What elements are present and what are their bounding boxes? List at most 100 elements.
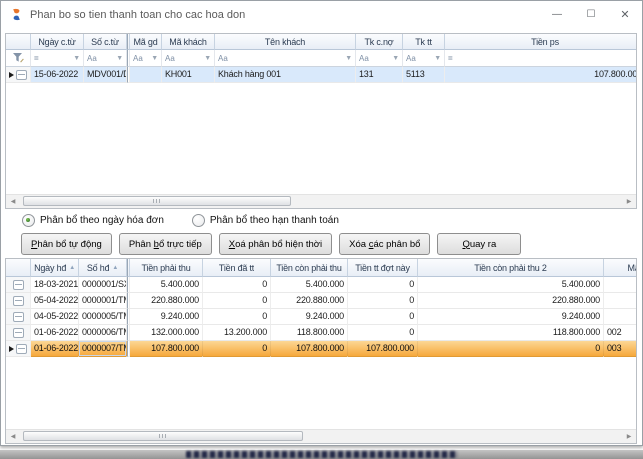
column-header-tien_da_tt[interactable]: Tiền đã tt [203, 259, 271, 277]
filter-cell-ten_khach[interactable]: Aa ▼ [215, 50, 356, 67]
delete-all-allocations-button[interactable]: Xóa các phân bổ [339, 233, 430, 255]
scroll-right-icon[interactable]: ▶ [622, 198, 636, 205]
cell-tien_tt_dot_nay[interactable]: 0 [348, 309, 418, 325]
scrollbar-thumb[interactable] [23, 196, 291, 206]
column-header-ten_khach[interactable]: Tên khách [215, 34, 356, 50]
cell-tien_con_phai_thu_2[interactable]: 5.400.000 [418, 277, 604, 293]
cell-so_hd[interactable]: 0000001/SX [79, 277, 127, 293]
cell-tien_ps[interactable]: 107.800.000 [445, 67, 637, 83]
cell-tien_tt_dot_nay[interactable]: 0 [348, 325, 418, 341]
cell-ngay_hd[interactable]: 04-05-2022 [31, 309, 79, 325]
column-header-ngay_hd[interactable]: Ngày hđ▲ [31, 259, 79, 277]
text-filter-icon[interactable]: Aa [406, 54, 416, 63]
row-indicator[interactable] [6, 277, 31, 293]
cell-tien_phai_thu[interactable]: 107.800.000 [130, 341, 203, 357]
cell-tien_con_phai_thu[interactable]: 9.240.000 [271, 309, 348, 325]
column-header-tk_cno[interactable]: Tk c.nợ [356, 34, 403, 50]
column-header-tien_phai_thu[interactable]: Tiền phải thu [130, 259, 203, 277]
text-filter-icon[interactable]: Aa [359, 54, 369, 63]
collapse-detail-icon[interactable] [13, 280, 24, 290]
cell-ma_khach[interactable]: KH001 [162, 67, 215, 83]
cell-ma_gd[interactable] [130, 67, 162, 83]
collapse-detail-icon[interactable] [13, 328, 24, 338]
collapse-detail-icon[interactable] [13, 312, 24, 322]
filter-dropdown-icon[interactable]: ▼ [345, 55, 352, 62]
scroll-left-icon[interactable]: ◀ [6, 198, 20, 205]
cell-ma[interactable]: 003 [604, 341, 637, 357]
cell-tien_phai_thu[interactable]: 220.880.000 [130, 293, 203, 309]
filter-cell-ngay_ctu[interactable]: =▼ [31, 50, 84, 67]
column-header-so_ctu[interactable]: Số c.từ [84, 34, 127, 50]
exit-button[interactable]: Quay ra [437, 233, 521, 255]
cell-ngay_hd[interactable]: 05-04-2022 [31, 293, 79, 309]
cell-ngay_ctu[interactable]: 15-06-2022 [31, 67, 84, 83]
text-filter-icon[interactable]: Aa [218, 54, 228, 63]
auto-allocate-button[interactable]: Phân bổ tự động [21, 233, 112, 255]
invoice-grid-hscrollbar[interactable]: ◀ ▶ [6, 429, 636, 443]
text-filter-icon[interactable]: Aa [87, 54, 97, 63]
filter-cell-tk_cno[interactable]: Aa▼ [356, 50, 403, 67]
radio-by-invoice-date[interactable]: Phân bổ theo ngày hóa đơn [22, 214, 164, 227]
filter-dropdown-icon[interactable]: ▼ [204, 55, 211, 62]
row-indicator[interactable] [6, 67, 31, 83]
cell-ma[interactable] [604, 309, 637, 325]
close-button[interactable]: ✕ [608, 3, 642, 27]
cell-ngay_hd[interactable]: 18-03-2021 [31, 277, 79, 293]
cell-so_ctu[interactable]: MDV001/DV [84, 67, 127, 83]
minimize-button[interactable]: — [540, 3, 574, 27]
cell-tien_tt_dot_nay[interactable]: 0 [348, 277, 418, 293]
filter-dropdown-icon[interactable]: ▼ [151, 55, 158, 62]
scrollbar-thumb[interactable] [23, 431, 303, 441]
row-indicator[interactable] [6, 325, 31, 341]
scroll-right-icon[interactable]: ▶ [622, 433, 636, 440]
filter-cell-tk_tt[interactable]: Aa▼ [403, 50, 445, 67]
collapse-detail-icon[interactable] [16, 344, 27, 354]
cell-so_hd[interactable]: 0000005/TM1 [79, 309, 127, 325]
cell-ngay_hd[interactable]: 01-06-2022 [31, 325, 79, 341]
radio-by-due-date[interactable]: Phân bổ theo hạn thanh toán [192, 214, 339, 227]
cell-tien_phai_thu[interactable]: 9.240.000 [130, 309, 203, 325]
direct-allocate-button[interactable]: Phân bổ trực tiếp [119, 233, 212, 255]
cell-tien_con_phai_thu[interactable]: 220.880.000 [271, 293, 348, 309]
maximize-button[interactable]: ☐ [574, 3, 608, 27]
title-bar[interactable]: Phan bo so tien thanh toan cho cac hoa d… [1, 1, 642, 28]
column-header-tk_tt[interactable]: Tk tt [403, 34, 445, 50]
cell-tien_con_phai_thu_2[interactable]: 0 [418, 341, 604, 357]
cell-tien_phai_thu[interactable]: 5.400.000 [130, 277, 203, 293]
cell-tien_da_tt[interactable]: 13.200.000 [203, 325, 271, 341]
cell-tien_tt_dot_nay[interactable]: 0 [348, 293, 418, 309]
collapse-detail-icon[interactable] [13, 296, 24, 306]
delete-current-allocation-button[interactable]: Xoá phân bổ hiện thời [219, 233, 332, 255]
cell-so_hd[interactable]: 0000006/TM [79, 325, 127, 341]
text-filter-icon[interactable]: Aa [165, 54, 175, 63]
cell-tien_da_tt[interactable]: 0 [203, 293, 271, 309]
cell-tien_con_phai_thu[interactable]: 118.800.000 [271, 325, 348, 341]
cell-ma[interactable]: 002 [604, 325, 637, 341]
filter-cell-tien_ps[interactable]: =▼ [445, 50, 637, 67]
equals-filter-icon[interactable]: = [34, 54, 39, 63]
cell-ngay_hd[interactable]: 01-06-2022 [31, 341, 79, 357]
row-indicator[interactable] [6, 293, 31, 309]
column-header-ma[interactable]: Mã [604, 259, 637, 277]
filter-cell-ma_gd[interactable]: Aa ▼ [130, 50, 162, 67]
column-header-so_hd[interactable]: Số hđ▲ [79, 259, 127, 277]
cell-tk_tt[interactable]: 5113 [403, 67, 445, 83]
text-filter-icon[interactable]: Aa [133, 54, 143, 63]
radio-selected-icon[interactable] [22, 214, 35, 227]
filter-corner-cell[interactable] [6, 50, 31, 67]
cell-tien_phai_thu[interactable]: 132.000.000 [130, 325, 203, 341]
filter-cell-ma_khach[interactable]: Aa ▼ [162, 50, 215, 67]
radio-unselected-icon[interactable] [192, 214, 205, 227]
column-header-tien_con_phai_thu_2[interactable]: Tiền còn phải thu 2 [418, 259, 604, 277]
voucher-grid-hscrollbar[interactable]: ◀ ▶ [6, 194, 636, 208]
filter-dropdown-icon[interactable]: ▼ [635, 55, 637, 62]
cell-tk_cno[interactable]: 131 [356, 67, 403, 83]
cell-tien_con_phai_thu[interactable]: 5.400.000 [271, 277, 348, 293]
column-header-tien_tt_dot_nay[interactable]: Tiền tt đợt này [348, 259, 418, 277]
row-indicator[interactable] [6, 309, 31, 325]
filter-dropdown-icon[interactable]: ▼ [116, 55, 123, 62]
cell-so_hd[interactable]: 0000001/TM1 [79, 293, 127, 309]
scroll-left-icon[interactable]: ◀ [6, 433, 20, 440]
column-header-tien_ps[interactable]: Tiền ps [445, 34, 637, 50]
equals-filter-icon[interactable]: = [448, 54, 453, 63]
